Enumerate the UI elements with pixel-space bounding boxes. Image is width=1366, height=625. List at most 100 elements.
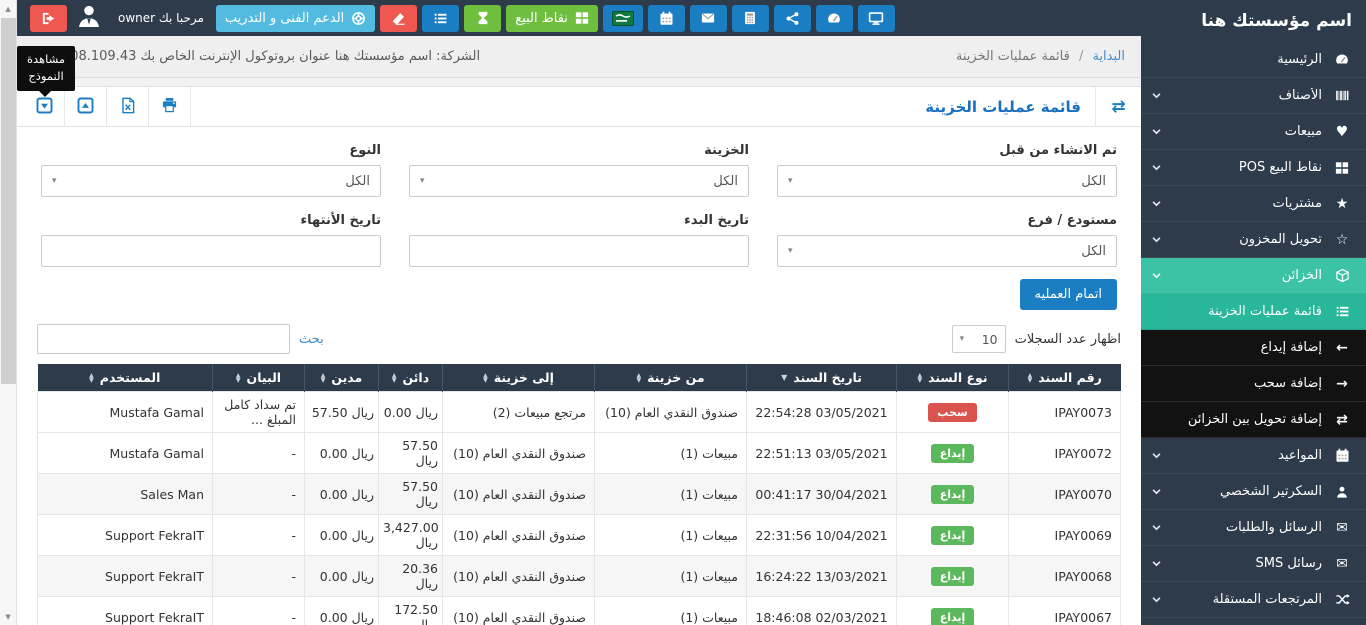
star-icon: ★ — [1332, 196, 1352, 212]
chevron-down-icon — [1151, 198, 1162, 209]
print-button[interactable] — [149, 87, 191, 126]
page-size-select[interactable]: 10 ▾ — [952, 325, 1006, 353]
column-header-credit[interactable]: دائن▲▼ — [379, 364, 443, 392]
submit-operation-button[interactable]: اتمام العمليه — [1020, 279, 1117, 310]
sidebar-item-appointments[interactable]: المواعيد — [1141, 438, 1366, 474]
column-header-to-treasury[interactable]: إلى خزينة▲▼ — [443, 364, 595, 392]
sidebar-item-independent-returns[interactable]: المرتجعات المستقلة — [1141, 582, 1366, 618]
scrollbar-down-arrow-icon[interactable]: ▼ — [0, 608, 16, 625]
column-header-statement[interactable]: البيان▲▼ — [213, 364, 305, 392]
arrow-left-icon: ← — [1332, 340, 1352, 356]
sidebar-item-pos[interactable]: نقاط البيع POS — [1141, 150, 1366, 186]
created-by-select[interactable]: الكل ▾ — [777, 165, 1117, 197]
column-header-voucher-no[interactable]: رقم السند▲▼ — [1009, 364, 1121, 392]
filter-start-date: تاريخ البدء — [409, 213, 749, 267]
chevron-down-icon — [1151, 162, 1162, 173]
search-group: بحث — [37, 324, 324, 354]
chevron-down-icon — [1151, 558, 1162, 569]
filter-treasury: الخزينة الكل ▾ — [409, 143, 749, 197]
sidebar-item-treasuries[interactable]: الخزائن — [1141, 258, 1366, 294]
support-button[interactable]: الدعم الفنى و التدريب — [216, 5, 375, 32]
column-header-debit[interactable]: مدين▲▼ — [305, 364, 379, 392]
cell-user: Support FekraIT — [38, 597, 213, 625]
column-header-voucher-date[interactable]: تاريخ السند▼ — [747, 364, 897, 392]
warehouse-select[interactable]: الكل ▾ — [777, 235, 1117, 267]
view-template-tooltip: مشاهدة النموذج — [17, 46, 75, 91]
cell-from-treasury: مبيعات (1) — [595, 597, 747, 625]
cell-debit: 0.00 ريال — [305, 556, 379, 597]
cell-statement: - — [213, 433, 305, 474]
start-date-input[interactable] — [409, 235, 749, 267]
dashboard-icon — [1332, 52, 1352, 67]
pos-button[interactable]: نقاط البيع — [506, 5, 598, 32]
sidebar-subitem-add-transfer[interactable]: ⇄ إضافة تحويل بين الخزائن — [1141, 402, 1366, 438]
sort-icon: ▲▼ — [483, 373, 488, 383]
calculator-button[interactable] — [732, 5, 769, 32]
list-icon — [433, 11, 448, 26]
language-flag-button[interactable] — [603, 5, 643, 32]
user-avatar[interactable] — [74, 3, 104, 33]
cell-to-treasury: صندوق النقدي العام (10) — [443, 556, 595, 597]
breadcrumb-home-link[interactable]: البداية — [1092, 49, 1125, 64]
collapse-up-button[interactable] — [65, 87, 107, 126]
type-select[interactable]: الكل ▾ — [41, 165, 381, 197]
sidebar-item-sales[interactable]: ♥ مبيعات — [1141, 114, 1366, 150]
column-header-user[interactable]: المستخدم▲▼ — [38, 364, 213, 392]
share-button[interactable] — [774, 5, 811, 32]
sidebar-subitem-add-deposit[interactable]: ← إضافة إيداع — [1141, 330, 1366, 366]
column-header-from-treasury[interactable]: من خزينة▲▼ — [595, 364, 747, 392]
scrollbar-up-arrow-icon[interactable]: ▲ — [0, 0, 16, 17]
sidebar-item-inventory-transfer[interactable]: ☆ تحويل المخزون — [1141, 222, 1366, 258]
voucher-type-badge: إيداع — [931, 526, 975, 545]
chevron-down-icon — [1151, 594, 1162, 605]
hourglass-button[interactable] — [464, 5, 501, 32]
support-icon — [351, 11, 366, 26]
cell-from-treasury: مبيعات (1) — [595, 474, 747, 515]
export-excel-button[interactable] — [107, 87, 149, 126]
treasury-operations-panel: ⇄ قائمة عمليات الخزينة تم الانشاء من قبل… — [17, 86, 1141, 625]
sidebar-item-home[interactable]: الرئيسية — [1141, 42, 1366, 78]
logout-button[interactable] — [30, 5, 67, 32]
cell-statement: - — [213, 515, 305, 556]
app-root: ▲ ▼ اسم مؤسستك هنا الرئيسية الأصناف ♥ مب… — [0, 0, 1366, 625]
dashboard-button[interactable] — [816, 5, 853, 32]
panel-title-group: ⇄ قائمة عمليات الخزينة — [911, 87, 1141, 126]
sort-icon: ▲▼ — [392, 373, 397, 383]
sidebar-item-purchases[interactable]: ★ مشتريات — [1141, 186, 1366, 222]
welcome-text: مرحبا بك owner — [118, 11, 204, 25]
sidebar-item-categories[interactable]: الأصناف — [1141, 78, 1366, 114]
cell-voucher-type: إيداع — [897, 433, 1009, 474]
cell-user: Mustafa Gamal — [38, 392, 213, 433]
cube-icon — [1332, 268, 1352, 283]
search-input[interactable] — [37, 324, 290, 354]
cell-voucher-no: IPAY0068 — [1009, 556, 1121, 597]
page-scrollbar[interactable]: ▲ ▼ — [0, 0, 17, 625]
desktop-button[interactable] — [858, 5, 895, 32]
cell-voucher-date: 16:24:22 13/03/2021 — [747, 556, 897, 597]
grid-icon — [575, 11, 589, 25]
calculator-icon — [743, 11, 757, 25]
hourglass-icon — [476, 11, 490, 25]
scrollbar-thumb[interactable] — [1, 18, 16, 384]
sidebar-subitem-add-withdrawal[interactable]: → إضافة سحب — [1141, 366, 1366, 402]
sidebar-item-personal-secretary[interactable]: السكرتير الشخصي — [1141, 474, 1366, 510]
shuffle-icon — [1332, 592, 1352, 607]
column-header-voucher-type[interactable]: نوع السند▲▼ — [897, 364, 1009, 392]
sidebar-item-sms[interactable]: ✉ رسائل SMS — [1141, 546, 1366, 582]
list-button[interactable] — [422, 5, 459, 32]
end-date-input[interactable] — [41, 235, 381, 267]
treasury-select[interactable]: الكل ▾ — [409, 165, 749, 197]
heart-icon: ♥ — [1332, 124, 1352, 140]
eraser-icon — [391, 11, 406, 26]
top-navbar: مرحبا بك owner الدعم الفنى و التدريب نقا… — [17, 0, 1141, 36]
page-title: قائمة عمليات الخزينة — [911, 98, 1095, 116]
sort-icon: ▲▼ — [1028, 373, 1033, 383]
clear-button[interactable] — [380, 5, 417, 32]
sidebar-subitem-treasury-operations-list[interactable]: قائمة عمليات الخزينة — [1141, 294, 1366, 330]
mail-button[interactable] — [690, 5, 727, 32]
cell-voucher-no: IPAY0070 — [1009, 474, 1121, 515]
sidebar-item-messages-requests[interactable]: ✉ الرسائل والطلبات — [1141, 510, 1366, 546]
cell-voucher-date: 22:31:56 10/04/2021 — [747, 515, 897, 556]
calendar-button[interactable] — [648, 5, 685, 32]
cell-debit: 0.00 ريال — [305, 474, 379, 515]
